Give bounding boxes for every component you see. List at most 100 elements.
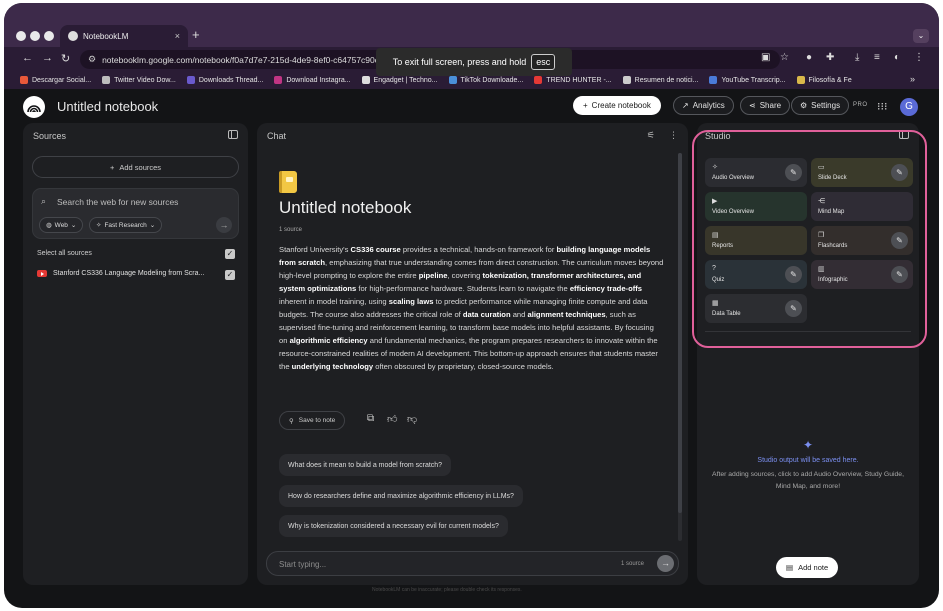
- avatar[interactable]: G: [900, 98, 918, 116]
- research-icon: ✧: [96, 222, 102, 229]
- bookmark-label: Twitter Video Dow...: [114, 76, 176, 84]
- studio-tile-video-overview[interactable]: ▶ Video Overview: [705, 192, 807, 221]
- studio-tile-flashcards[interactable]: ❐ Flashcards ✎: [811, 226, 913, 255]
- browser-tab-notebooklm[interactable]: NotebookLM ×: [60, 25, 188, 47]
- studio-tile-slide-deck[interactable]: ▭ Slide Deck ✎: [811, 158, 913, 187]
- chat-input[interactable]: Start typing... 1 source →: [266, 551, 679, 576]
- source-count: 1 source: [279, 227, 303, 233]
- bookmark-item[interactable]: Resumen de notici...: [622, 76, 698, 84]
- site-info-icon[interactable]: ⚙: [88, 54, 96, 65]
- suggested-question[interactable]: How do researchers define and maximize a…: [279, 485, 523, 507]
- summary-text: , covering: [447, 271, 483, 280]
- tab-close-icon[interactable]: ×: [175, 31, 180, 41]
- edit-pencil-icon[interactable]: ✎: [785, 266, 802, 283]
- source-item-checkbox[interactable]: ✓: [225, 270, 235, 280]
- bookmark-item[interactable]: Download Instagra...: [274, 76, 351, 84]
- edit-pencil-icon[interactable]: ✎: [891, 164, 908, 181]
- bookmark-item[interactable]: Descargar Social...: [20, 76, 91, 84]
- collapse-panel-icon[interactable]: [228, 130, 238, 139]
- web-search-input[interactable]: Search the web for new sources: [57, 197, 178, 207]
- window-zoom-dot[interactable]: [44, 31, 54, 41]
- summary-highlight: underlying technology: [291, 362, 374, 371]
- add-note-button[interactable]: ▤ Add note: [776, 557, 839, 578]
- browser-menu-icon[interactable]: ⋮: [914, 52, 924, 63]
- downloads-icon[interactable]: ⤓: [855, 52, 859, 63]
- send-button[interactable]: →: [657, 555, 674, 572]
- mindmap-icon: ⋲: [818, 198, 825, 205]
- add-sources-button[interactable]: + Add sources: [32, 156, 239, 178]
- chat-scroll-area[interactable]: Untitled notebook 1 source Stanford Univ…: [257, 151, 688, 541]
- summary-text: provides a technical, hands-on framework…: [400, 245, 557, 254]
- submit-search-button[interactable]: →: [216, 217, 232, 233]
- create-notebook-button[interactable]: + Create notebook: [573, 96, 661, 115]
- back-icon[interactable]: ←: [22, 52, 33, 64]
- studio-tile-mind-map[interactable]: ⋲ Mind Map: [811, 192, 913, 221]
- studio-tile-audio-overview[interactable]: ✧ Audio Overview ✎: [705, 158, 807, 187]
- edit-pencil-icon[interactable]: ✎: [785, 300, 802, 317]
- web-source-dropdown[interactable]: ◍ Web ⌄: [39, 217, 84, 233]
- pin-icon: ⚲: [289, 417, 294, 425]
- studio-tile-reports[interactable]: ▤ Reports: [705, 226, 807, 255]
- forward-icon[interactable]: →: [42, 52, 53, 64]
- bookmark-favicon-icon: [448, 76, 457, 84]
- edit-pencil-icon[interactable]: ✎: [891, 232, 908, 249]
- bookmark-favicon-icon: [20, 76, 28, 84]
- select-all-checkbox[interactable]: ✓: [225, 249, 235, 259]
- chat-scrollbar[interactable]: [678, 153, 682, 541]
- web-search-box: ⌕ Search the web for new sources ◍ Web ⌄…: [32, 188, 239, 239]
- notebooklm-logo-icon[interactable]: [23, 96, 45, 118]
- window-close-dot[interactable]: [16, 31, 26, 41]
- bookmark-item[interactable]: YouTube Transcrip...: [709, 76, 786, 84]
- chevron-down-icon: ⌄: [149, 222, 156, 229]
- source-item[interactable]: Stanford CS336 Language Modeling from Sc…: [37, 270, 204, 277]
- collapse-panel-icon[interactable]: [899, 130, 909, 139]
- sources-title: Sources: [33, 131, 67, 141]
- save-to-note-button[interactable]: ⚲ Save to note: [279, 411, 346, 430]
- summary-highlight: pipeline: [418, 271, 448, 280]
- fullscreen-key: esc: [531, 54, 556, 70]
- bookmark-item[interactable]: Twitter Video Dow...: [102, 76, 176, 84]
- studio-tile-infographic[interactable]: ▥ Infographic ✎: [811, 260, 913, 289]
- share-button[interactable]: ⋖ Share: [740, 96, 791, 115]
- studio-tile-quiz[interactable]: ? Quiz ✎: [705, 260, 807, 289]
- studio-tile-data-table[interactable]: ▦ Data Table ✎: [705, 294, 807, 323]
- bookmarks-overflow-icon[interactable]: »: [910, 74, 915, 84]
- summary-text: often obscured by proprietary, closed-so…: [373, 362, 554, 371]
- summary-highlight: efficiency trade-offs: [569, 284, 642, 293]
- edit-pencil-icon[interactable]: ✎: [891, 266, 908, 283]
- copy-icon[interactable]: ⧉: [367, 413, 374, 424]
- bookmark-item[interactable]: TREND HUNTER -...: [534, 76, 612, 84]
- window-minimize-dot[interactable]: [30, 31, 40, 41]
- edit-pencil-icon[interactable]: ✎: [785, 164, 802, 181]
- thumbs-down-icon[interactable]: 👎︎: [407, 413, 417, 425]
- research-mode-dropdown[interactable]: ✧ Fast Research ⌄: [89, 217, 163, 233]
- install-app-icon[interactable]: ▣: [761, 52, 770, 63]
- extensions-puzzle-icon[interactable]: ✚: [826, 52, 834, 63]
- quiz-icon: ?: [712, 265, 716, 272]
- bookmark-favicon-icon: [186, 76, 195, 84]
- reload-icon[interactable]: ↻: [61, 52, 70, 65]
- chat-settings-icon[interactable]: ⚟: [647, 130, 655, 141]
- apps-grid-icon[interactable]: ⁝⁝⁝: [877, 100, 888, 113]
- reading-list-icon[interactable]: ≡: [874, 52, 880, 63]
- analytics-button[interactable]: ↗ Analytics: [673, 96, 734, 115]
- bookmark-star-icon[interactable]: ☆: [780, 52, 789, 63]
- page-title[interactable]: Untitled notebook: [57, 99, 158, 114]
- flashcards-icon: ❐: [818, 232, 825, 239]
- suggested-question[interactable]: Why is tokenization considered a necessa…: [279, 515, 508, 537]
- suggested-question[interactable]: What does it mean to build a model from …: [279, 454, 452, 476]
- settings-button[interactable]: ⚙ Settings: [791, 96, 850, 115]
- profile-icon[interactable]: ◐: [894, 52, 900, 63]
- tab-search-button[interactable]: ⌄: [913, 29, 929, 43]
- infographic-icon: ▥: [818, 266, 825, 273]
- extension-icon[interactable]: ●: [806, 52, 812, 63]
- bookmark-item[interactable]: Engadget | Techno...: [361, 76, 438, 84]
- more-vert-icon[interactable]: ⋮: [669, 130, 678, 141]
- new-tab-button[interactable]: +: [192, 27, 200, 42]
- bookmark-item[interactable]: Filosofía & Fe: [796, 76, 852, 84]
- bookmark-item[interactable]: TikTok Downloade...: [448, 76, 523, 84]
- thumbs-up-icon[interactable]: 👍︎: [387, 413, 397, 425]
- bookmark-item[interactable]: Downloads Thread...: [186, 76, 263, 84]
- studio-tile-label: Video Overview: [712, 209, 754, 215]
- chat-input-placeholder: Start typing...: [279, 560, 327, 569]
